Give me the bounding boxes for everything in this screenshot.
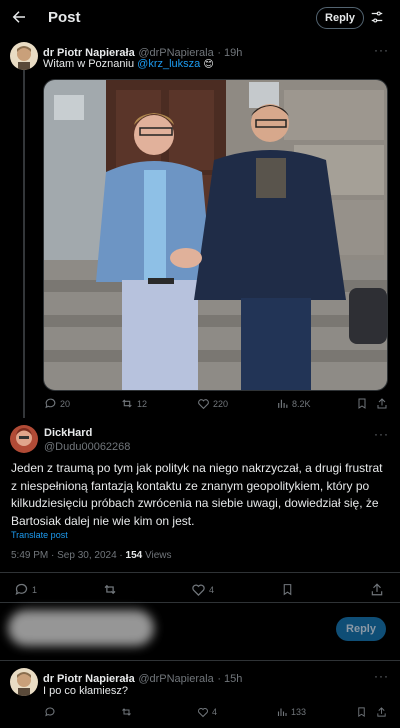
avatar-image (10, 42, 38, 70)
avatar-image (10, 425, 38, 453)
repost-icon (104, 584, 116, 595)
share-icon (371, 583, 383, 596)
post3-header: dr Piotr Napierała @drPNapierala · 15h (43, 670, 242, 685)
bar-chart-icon (277, 708, 287, 716)
heart-icon (192, 584, 205, 597)
header-reply-button[interactable]: Reply (316, 7, 364, 29)
more-icon: ··· (374, 427, 389, 441)
comment-icon (45, 398, 56, 409)
comment-icon (45, 707, 55, 717)
bookmark-button[interactable] (356, 397, 368, 410)
repost-icon (122, 708, 131, 716)
author-handle[interactable]: @drPNapierala (138, 673, 213, 685)
like-action[interactable]: 220 (197, 397, 228, 410)
mention-link[interactable]: @krz_luksza (137, 58, 200, 70)
heart-icon (198, 708, 208, 718)
reply-action[interactable] (44, 706, 56, 718)
bar-chart-icon (278, 399, 288, 408)
back-button[interactable] (10, 8, 28, 26)
avatar[interactable] (10, 42, 38, 70)
translate-link[interactable]: Translate post (11, 530, 68, 540)
post-time[interactable]: · 15h (217, 673, 242, 685)
sliders-icon (371, 11, 383, 23)
page-title: Post (48, 9, 81, 26)
divider (0, 602, 400, 603)
more-button[interactable]: ··· (374, 427, 389, 441)
views-count: 154 (125, 550, 143, 561)
avatar-image (10, 668, 38, 696)
divider (0, 660, 400, 661)
author-name[interactable]: DickHard (44, 427, 92, 439)
reply-action[interactable]: 20 (44, 397, 70, 410)
post-timestamp: 5:49 PM · Sep 30, 2024 · 154 Views (11, 550, 172, 561)
views-action[interactable]: 8.2K (276, 397, 311, 410)
thread-line (23, 70, 25, 418)
more-button[interactable]: ··· (374, 669, 389, 683)
more-button[interactable]: ··· (374, 43, 389, 57)
post-text: I po co kłamiesz? (43, 685, 128, 697)
handshake-photo (44, 80, 387, 390)
post1-header: dr Piotr Napierała @drPNapierala · 19h (43, 44, 242, 59)
avatar[interactable] (10, 425, 38, 453)
more-icon: ··· (374, 43, 389, 57)
repost-action[interactable]: 12 (120, 397, 147, 410)
avatar[interactable] (10, 668, 38, 696)
author-name[interactable]: dr Piotr Napierała (43, 673, 135, 685)
share-button[interactable] (370, 582, 384, 597)
like-action[interactable]: 4 (197, 706, 217, 718)
like-action[interactable]: 4 (191, 582, 214, 597)
repost-action[interactable] (120, 706, 133, 718)
share-icon (377, 398, 387, 409)
smile-emoji: 😊 (203, 59, 214, 70)
settings-button[interactable] (370, 10, 384, 24)
post-text: Jeden z traumą po tym jak polityk na nie… (11, 461, 383, 528)
post-photo[interactable] (43, 79, 388, 391)
author-handle[interactable]: @Dudu00062268 (44, 441, 130, 453)
more-icon: ··· (374, 669, 389, 683)
post1-text: Witam w Poznaniu @krz_luksza 😊 (43, 58, 214, 70)
repost-action[interactable] (102, 582, 118, 597)
share-icon (377, 707, 386, 717)
share-button[interactable] (376, 397, 388, 410)
bookmark-button[interactable] (356, 706, 367, 718)
post-time[interactable]: · 19h (217, 47, 242, 59)
views-action[interactable]: 133 (276, 706, 306, 718)
share-button[interactable] (376, 706, 387, 718)
reply-composer[interactable] (8, 610, 154, 646)
arrow-left-icon (12, 11, 25, 23)
comment-icon (15, 583, 28, 596)
divider (0, 572, 400, 573)
bookmark-icon (358, 398, 366, 409)
bookmark-button[interactable] (281, 582, 294, 597)
heart-icon (198, 399, 209, 410)
reply-action[interactable]: 1 (14, 582, 37, 597)
repost-icon (122, 399, 132, 408)
bookmark-icon (283, 584, 292, 596)
bookmark-icon (358, 707, 365, 717)
composer-reply-button[interactable]: Reply (336, 617, 386, 641)
